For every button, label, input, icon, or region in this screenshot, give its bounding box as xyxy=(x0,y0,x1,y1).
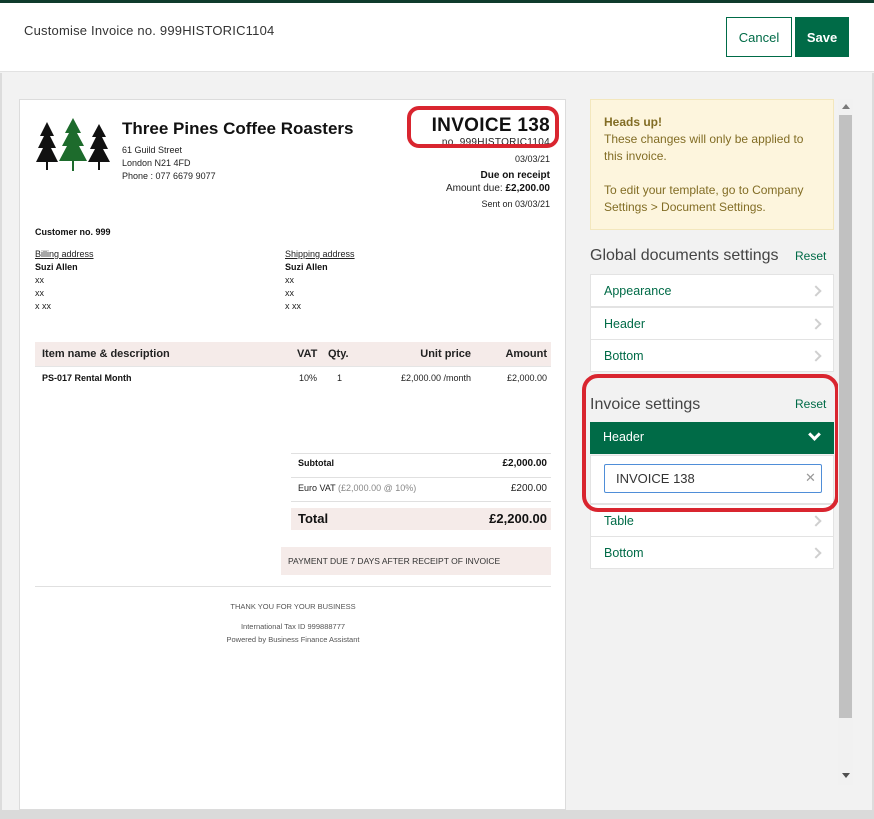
subtotal-value: £2,000.00 xyxy=(502,458,548,469)
invoice-number: no. 999HISTORIC1104 xyxy=(441,137,550,148)
pine-trees-logo xyxy=(36,118,110,171)
footer-powered-by: Powered by Business Finance Assistant xyxy=(226,635,360,644)
footer-thanks: THANK YOU FOR YOUR BUSINESS xyxy=(230,602,356,611)
row-item: PS-017 Rental Month xyxy=(42,373,132,383)
invoice-item-header-expanded[interactable]: Header xyxy=(590,422,834,454)
accordion-label: Header xyxy=(603,430,644,444)
accordion-label: Header xyxy=(604,317,645,331)
row-vat: 10% xyxy=(299,373,318,383)
chevron-down-icon xyxy=(808,428,821,441)
modal-header: Customise Invoice no. 999HISTORIC1104 Ca… xyxy=(0,3,874,72)
cancel-button[interactable]: Cancel xyxy=(726,17,792,57)
billing-line: x xx xyxy=(35,301,52,311)
accordion-label: Appearance xyxy=(604,284,672,298)
sent-date: Sent on 03/03/21 xyxy=(481,199,550,209)
chevron-right-icon xyxy=(810,285,822,297)
shipping-address-label: Shipping address xyxy=(285,249,355,259)
footer-tax-id: International Tax ID 999888777 xyxy=(240,622,346,631)
vat-value: £200.00 xyxy=(510,483,547,494)
save-button[interactable]: Save xyxy=(795,17,849,57)
shipping-line: xx xyxy=(285,288,294,298)
col-amount: Amount xyxy=(505,348,547,360)
notice-box: Heads up! These changes will only be app… xyxy=(590,99,834,230)
total-value: £2,200.00 xyxy=(489,511,547,526)
address-line: 61 Guild Street xyxy=(122,145,183,155)
header-input-panel: ✕ xyxy=(590,455,834,504)
amount-due: Amount due: £2,200.00 xyxy=(446,183,550,194)
global-settings-title: Global documents settings xyxy=(590,247,779,264)
accordion-label: Bottom xyxy=(604,349,644,363)
shipping-name: Suzi Allen xyxy=(285,262,328,272)
row-unit-price: £2,000.00 /month xyxy=(400,373,471,383)
bottom-border xyxy=(0,810,874,819)
table-row: PS-017 Rental Month 10% 1 £2,000.00 /mon… xyxy=(35,367,551,387)
global-reset-link[interactable]: Reset xyxy=(795,249,826,263)
invoice-preview: Three Pines Coffee Roasters 61 Guild Str… xyxy=(19,99,566,810)
global-item-header[interactable]: Header xyxy=(590,307,834,340)
due-terms: Due on receipt xyxy=(480,170,550,181)
shipping-address: Shipping address Suzi Allen xx xx x xx xyxy=(285,248,355,313)
chevron-right-icon xyxy=(810,350,822,362)
invoice-item-table[interactable]: Table xyxy=(590,504,834,537)
customer-number: Customer no. 999 xyxy=(35,227,111,237)
company-name: Three Pines Coffee Roasters xyxy=(122,119,354,138)
scrollbar-thumb[interactable] xyxy=(839,115,852,718)
amount-due-value: £2,200.00 xyxy=(505,183,551,194)
divider xyxy=(291,477,551,478)
vat-label-group: Euro VAT (£2,000.00 @ 10%) xyxy=(298,483,416,493)
payment-terms-note: PAYMENT DUE 7 DAYS AFTER RECEIPT OF INVO… xyxy=(281,547,551,575)
notice-text: These changes will only be applied to th… xyxy=(604,132,804,163)
col-qty: Qty. xyxy=(328,348,349,360)
invoice-item-bottom[interactable]: Bottom xyxy=(590,536,834,569)
chevron-right-icon xyxy=(810,515,822,527)
scroll-up-arrow-icon[interactable] xyxy=(842,104,850,109)
chevron-right-icon xyxy=(810,318,822,330)
items-table-header: Item name & description VAT Qty. Unit pr… xyxy=(35,342,551,366)
notice-text: To edit your template, go to Company Set… xyxy=(604,183,804,214)
modal-title: Customise Invoice no. 999HISTORIC1104 xyxy=(24,23,275,38)
accordion-label: Bottom xyxy=(604,546,644,560)
billing-address-label: Billing address xyxy=(35,249,94,259)
billing-address: Billing address Suzi Allen xx xx x xx xyxy=(35,248,94,313)
col-unit-price: Unit price xyxy=(420,348,471,360)
invoice-settings-title: Invoice settings xyxy=(590,396,701,413)
vat-label: Euro VAT xyxy=(298,483,336,493)
accordion-label: Table xyxy=(604,514,634,528)
clear-icon[interactable]: ✕ xyxy=(805,470,816,486)
invoice-title: INVOICE 138 xyxy=(431,115,550,136)
chevron-right-icon xyxy=(810,547,822,559)
billing-line: xx xyxy=(35,288,44,298)
company-address: 61 Guild Street London N21 4FD Phone : 0… xyxy=(122,144,216,183)
subtotal-label: Subtotal xyxy=(298,458,334,468)
invoice-date: 03/03/21 xyxy=(514,154,550,164)
left-border xyxy=(0,73,2,810)
shipping-line: xx xyxy=(285,275,294,285)
row-qty: 1 xyxy=(337,373,343,383)
phone-line: Phone : 077 6679 9077 xyxy=(122,171,216,181)
footer-divider xyxy=(35,586,551,587)
divider xyxy=(291,501,551,502)
global-item-bottom[interactable]: Bottom xyxy=(590,339,834,372)
billing-name: Suzi Allen xyxy=(35,262,78,272)
address-line: London N21 4FD xyxy=(122,158,191,168)
col-item: Item name & description xyxy=(42,348,170,360)
invoice-reset-link[interactable]: Reset xyxy=(795,397,826,411)
billing-line: xx xyxy=(35,275,44,285)
col-vat: VAT xyxy=(297,348,318,360)
scroll-down-arrow-icon[interactable] xyxy=(842,773,850,778)
global-item-appearance[interactable]: Appearance xyxy=(590,274,834,307)
vat-detail: (£2,000.00 @ 10%) xyxy=(338,483,417,493)
total-label: Total xyxy=(298,511,329,526)
amount-due-label: Amount due: xyxy=(446,183,503,194)
shipping-line: x xx xyxy=(285,301,302,311)
total-row: Total £2,200.00 xyxy=(291,508,551,530)
invoice-header-title-input[interactable] xyxy=(604,464,822,493)
divider xyxy=(291,453,551,454)
row-amount: £2,000.00 xyxy=(506,373,547,383)
notice-title: Heads up! xyxy=(604,115,663,129)
